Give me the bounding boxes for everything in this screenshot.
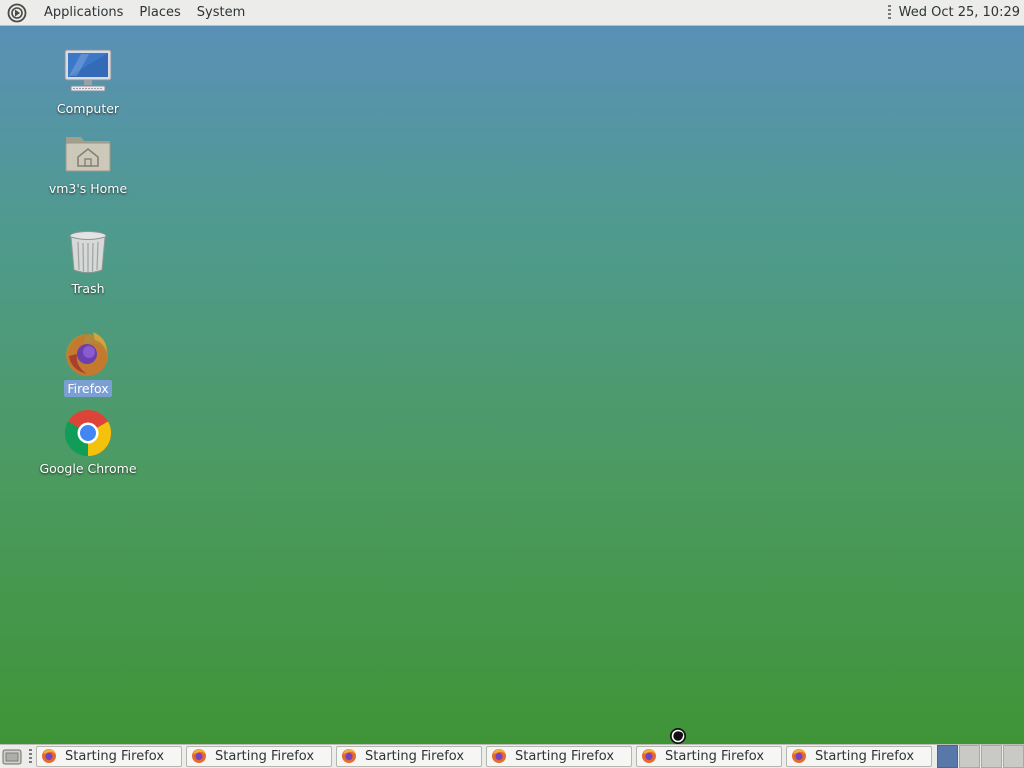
computer-icon [63, 48, 113, 98]
firefox-icon [491, 748, 507, 764]
desktop-icon-computer[interactable]: Computer [28, 48, 148, 117]
distro-logo-icon[interactable] [7, 3, 27, 23]
places-menu[interactable]: Places [131, 0, 188, 26]
desktop-icon-firefox[interactable]: Firefox [28, 328, 148, 397]
taskbar-button[interactable]: Starting Firefox [636, 745, 782, 767]
busy-cursor-icon [669, 727, 687, 745]
taskbar-button-label: Starting Firefox [815, 748, 915, 764]
applications-menu[interactable]: Applications [36, 0, 131, 26]
firefox-icon [41, 748, 57, 764]
taskbar-button-label: Starting Firefox [215, 748, 315, 764]
desktop-icon-label: Computer [56, 101, 120, 116]
taskbar-button[interactable]: Starting Firefox [786, 745, 932, 767]
taskbar-button-label: Starting Firefox [365, 748, 465, 764]
desktop-icon-trash[interactable]: Trash [28, 228, 148, 297]
taskbar-button[interactable]: Starting Firefox [186, 745, 332, 767]
taskbar-button[interactable]: Starting Firefox [336, 745, 482, 767]
taskbar-button-label: Starting Firefox [65, 748, 165, 764]
panel-handle[interactable] [29, 748, 32, 765]
taskbar-button[interactable]: Starting Firefox [36, 745, 182, 767]
workspace-3[interactable] [981, 745, 1002, 768]
chrome-icon [63, 408, 113, 458]
firefox-icon [341, 748, 357, 764]
show-desktop-icon [2, 749, 22, 764]
desktop-icon-home[interactable]: vm3's Home [28, 128, 148, 197]
top-panel: Applications Places System Wed Oct 25, 1… [0, 0, 1024, 26]
taskbar-button-label: Starting Firefox [665, 748, 765, 764]
firefox-icon [791, 748, 807, 764]
show-desktop-button[interactable] [1, 747, 23, 767]
window-list: Starting Firefox Starting Firefox Starti… [36, 745, 936, 768]
workspace-switcher [936, 745, 1024, 768]
bottom-panel: Starting Firefox Starting Firefox Starti… [0, 744, 1024, 768]
panel-handle[interactable] [887, 4, 891, 21]
desktop-icon-label: Trash [71, 281, 105, 296]
workspace-2[interactable] [959, 745, 980, 768]
desktop-icon-chrome[interactable]: Google Chrome [28, 408, 148, 477]
desktop-icon-label: Google Chrome [39, 461, 137, 476]
taskbar-button[interactable]: Starting Firefox [486, 745, 632, 767]
desktop-icon-label: Firefox [64, 380, 112, 397]
taskbar-button-label: Starting Firefox [515, 748, 615, 764]
home-folder-icon [63, 128, 113, 178]
trash-icon [63, 228, 113, 278]
firefox-icon [641, 748, 657, 764]
workspace-1[interactable] [937, 745, 958, 768]
top-panel-right: Wed Oct 25, 10:29 [887, 0, 1024, 26]
firefox-icon [63, 328, 113, 378]
desktop-icon-label: vm3's Home [48, 181, 128, 196]
clock[interactable]: Wed Oct 25, 10:29 [899, 5, 1024, 20]
system-menu[interactable]: System [189, 0, 253, 26]
workspace-4[interactable] [1003, 745, 1024, 768]
firefox-icon [191, 748, 207, 764]
